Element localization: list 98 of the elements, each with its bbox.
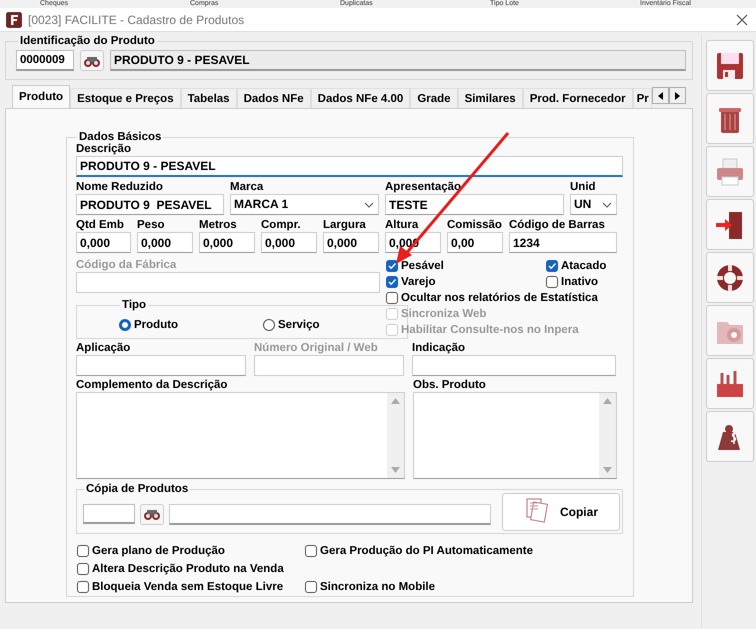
checkbox-label: Gera plano de Produção	[92, 545, 225, 557]
tab-scroll-button[interactable]	[652, 87, 669, 104]
checkbox-label: Habilitar Consulte-nos no Inpera	[401, 324, 579, 336]
field-label: Obs. Produto	[413, 379, 487, 392]
copy-button[interactable]: Copiar	[502, 493, 620, 531]
field-label: Número Original / Web	[254, 342, 379, 355]
field-label: Marca	[230, 181, 264, 194]
text-field[interactable]: 0,000	[323, 232, 379, 253]
up-arrow-icon	[391, 398, 400, 404]
field-label: Nome Reduzido	[76, 181, 164, 194]
code-field[interactable]: 0000009	[16, 50, 74, 71]
checkbox[interactable]	[546, 276, 558, 288]
field-label: Qtd Emb	[76, 219, 125, 232]
tab[interactable]: Grade	[410, 88, 458, 108]
trash-can-button[interactable]	[706, 93, 754, 144]
close-icon[interactable]	[736, 14, 748, 26]
checkbox[interactable]	[77, 581, 89, 593]
text-field[interactable]	[76, 355, 246, 376]
checkbox[interactable]	[305, 545, 317, 557]
field-label: Complemento da Descrição	[76, 379, 228, 392]
text-field[interactable]: 0,000	[261, 232, 317, 253]
chevron-icon	[602, 202, 612, 208]
chevron-icon	[364, 202, 374, 208]
product-name-button[interactable]: PRODUTO 9 - PESAVEL	[110, 50, 686, 71]
lifebuoy-button[interactable]	[706, 252, 754, 303]
checkbox[interactable]	[386, 292, 398, 304]
tab[interactable]: Produto	[12, 85, 70, 108]
checkbox[interactable]	[386, 260, 398, 272]
field-label: Compr.	[261, 219, 302, 232]
checkbox[interactable]	[305, 581, 317, 593]
field-label: Código de Barras	[509, 219, 606, 232]
door-arrow-button[interactable]	[706, 199, 754, 250]
checkbox-label: Pesável	[401, 260, 444, 272]
text-field[interactable]: 1234	[509, 232, 617, 253]
checkbox-label: Atacado	[561, 260, 606, 272]
checkbox-label: Sincroniza no Mobile	[320, 581, 436, 593]
group-title: Identificação do Produto	[19, 35, 156, 47]
field-label: Comissão	[447, 219, 503, 232]
field-label: Indicação	[412, 342, 466, 355]
field-label: Metros	[199, 219, 238, 232]
tab[interactable]: Dados NFe 4.00	[310, 88, 410, 108]
text-field[interactable]: 0,00	[447, 232, 503, 253]
tab[interactable]: Similares	[458, 88, 523, 108]
checkbox-label: Bloqueia Venda sem Estoque Livre	[92, 581, 284, 593]
checkbox[interactable]	[77, 545, 89, 557]
right-arrow-icon	[672, 90, 682, 102]
text-field[interactable]: 0,000	[137, 232, 193, 253]
checkbox-label: Altera Descrição Produto na Venda	[92, 563, 284, 575]
field-label: Apresentação	[385, 181, 462, 194]
text-field[interactable]: 0,000	[199, 232, 255, 253]
field-label: Unid	[570, 181, 597, 194]
radio-button[interactable]	[119, 318, 131, 330]
down-arrow-icon	[603, 467, 612, 473]
text-field[interactable]	[412, 355, 616, 376]
field-label: Altura	[385, 219, 420, 232]
money-bag-button[interactable]	[706, 411, 754, 462]
down-arrow-icon	[391, 467, 400, 473]
radio-button[interactable]	[263, 318, 275, 330]
app-logo-icon	[6, 12, 22, 28]
text-field[interactable]: 0,000	[76, 232, 131, 253]
tab-scroll-button[interactable]	[668, 87, 686, 104]
field-label: Largura	[323, 219, 367, 232]
tab[interactable]: Estoque e Preços	[70, 88, 181, 108]
dropdown[interactable]: UN	[570, 194, 617, 215]
dropdown[interactable]: MARCA 1	[230, 194, 379, 215]
check-icon	[547, 261, 557, 271]
group-title: Dados Básicos	[78, 131, 162, 143]
field-label: Peso	[137, 219, 166, 232]
group-title: Cópia de Produtos	[85, 483, 190, 495]
text-field[interactable]: TESTE	[385, 194, 564, 215]
window-title: [0023] FACILITE - Cadastro de Produtos	[28, 12, 246, 26]
tab[interactable]: Prod. Fornecedor	[522, 88, 633, 108]
search-button[interactable]	[140, 504, 164, 524]
field-label: Descrição	[76, 143, 132, 156]
checkbox-label: Inativo	[561, 276, 598, 288]
checkbox-label: Varejo	[401, 276, 436, 288]
checkbox[interactable]	[77, 563, 89, 575]
search-button[interactable]	[80, 50, 104, 71]
floppy-disk-button[interactable]	[706, 40, 754, 91]
text-field[interactable]: PRODUTO 9 PESAVEL	[76, 194, 224, 215]
up-arrow-icon	[603, 398, 612, 404]
radio-label: Serviço	[278, 318, 320, 330]
field-label: Código da Fábrica	[76, 259, 178, 272]
tab[interactable]: Dados NFe	[236, 88, 311, 108]
text-field[interactable]: PRODUTO 9 - PESAVEL	[76, 156, 623, 177]
tab[interactable]: Pr	[632, 88, 652, 108]
field-label: Aplicação	[76, 342, 132, 355]
group-title: Tipo	[121, 299, 148, 311]
code-field[interactable]	[83, 504, 135, 524]
checkbox[interactable]	[386, 276, 398, 288]
tab[interactable]: Tabelas	[180, 88, 237, 108]
text-field[interactable]	[169, 504, 491, 524]
checkbox-label: Gera Produção do PI Automaticamente	[320, 545, 534, 557]
checkbox[interactable]	[546, 260, 558, 272]
checkbox-label: Sincroniza Web	[401, 308, 486, 320]
radio-label: Produto	[134, 318, 178, 330]
left-arrow-icon	[656, 90, 665, 102]
checkbox-label: Ocultar nos relatórios de Estatística	[401, 292, 598, 304]
